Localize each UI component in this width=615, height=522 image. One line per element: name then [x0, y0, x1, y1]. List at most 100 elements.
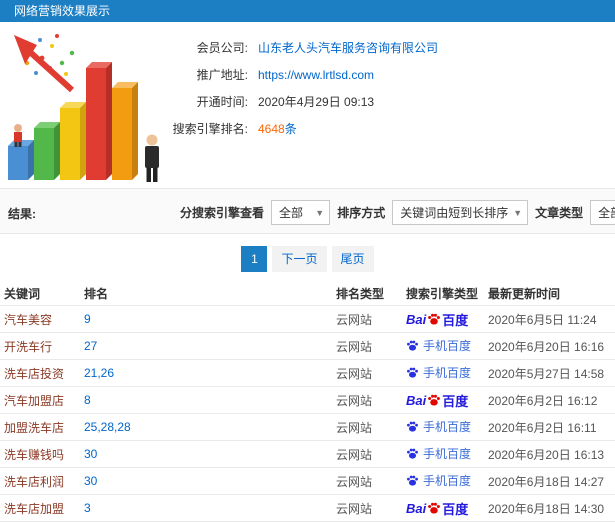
- baidu-paw-icon: [406, 447, 419, 460]
- rank-unit: 条: [284, 122, 297, 136]
- table-row: 洗车店加盟 3 云网站 Bai 百度 2020年6月18日 14:30: [0, 495, 615, 522]
- promo-url-label: 推广地址:: [196, 68, 248, 82]
- engine-cell: 手机百度: [406, 337, 488, 355]
- results-table: 关键词 排名 排名类型 搜索引擎类型 最新更新时间 汽车美容 9 云网站 Bai…: [0, 282, 615, 522]
- rank-link[interactable]: 21,26: [84, 366, 336, 380]
- sort-filter-value: 关键词由短到长排序: [400, 206, 509, 220]
- baidu-paw-icon: [427, 393, 441, 407]
- mobile-baidu-logo: 手机百度: [406, 337, 471, 354]
- page-current[interactable]: 1: [241, 246, 268, 272]
- table-row: 洗车店投资 21,26 云网站 手机百度 2020年5月27日 14:58: [0, 360, 615, 387]
- keyword-cell: 汽车美容: [4, 312, 53, 327]
- header-engine-type: 搜索引擎类型: [406, 287, 479, 301]
- table-row: 加盟洗车店 25,28,28 云网站 手机百度 2020年6月2日 16:11: [0, 414, 615, 441]
- result-label: 结果:: [8, 207, 36, 221]
- header-rank-type: 排名类型: [336, 287, 385, 301]
- baidu-paw-icon: [406, 339, 419, 352]
- keyword-cell: 洗车店投资: [4, 366, 65, 381]
- engine-rank-value: 4648条: [258, 120, 297, 137]
- baidu-paw-icon: [406, 366, 419, 379]
- open-time-row: 开通时间: 2020年4月29日 09:13: [148, 88, 438, 115]
- promo-url-row: 推广地址: https://www.lrtlsd.com: [148, 61, 438, 88]
- table-row: 洗车店利润 30 云网站 手机百度 2020年6月18日 14:27: [0, 468, 615, 495]
- window-title-bar: 网络营销效果展示: [0, 0, 615, 22]
- mobile-baidu-logo: 手机百度: [406, 472, 471, 489]
- rank-type-cell: 云网站: [336, 393, 373, 408]
- chevron-down-icon: ▼: [315, 207, 325, 218]
- table-header-row: 关键词 排名 排名类型 搜索引擎类型 最新更新时间: [0, 282, 615, 306]
- table-row: 汽车美容 9 云网站 Bai 百度 2020年6月5日 11:24: [0, 306, 615, 333]
- rank-link[interactable]: 30: [84, 474, 336, 488]
- engine-cell: 手机百度: [406, 418, 488, 436]
- updated-cell: 2020年6月2日 16:12: [488, 393, 598, 408]
- updated-cell: 2020年6月18日 14:30: [488, 501, 605, 516]
- header-updated: 最新更新时间: [488, 287, 561, 301]
- company-row: 会员公司: 山东老人头汽车服务咨询有限公司: [148, 34, 438, 61]
- baidu-paw-icon: [406, 420, 419, 433]
- engine-cell: 手机百度: [406, 472, 488, 490]
- baidu-logo: Bai 百度: [406, 500, 469, 517]
- sort-filter-select[interactable]: 关键词由短到长排序 ▼: [392, 200, 529, 225]
- article-type-select[interactable]: 全部 ▼: [590, 200, 615, 225]
- keyword-cell: 洗车赚钱吗: [4, 447, 65, 462]
- bar-yellow: [60, 102, 86, 180]
- rank-link[interactable]: 27: [84, 339, 336, 353]
- sort-filter-label: 排序方式: [337, 206, 386, 220]
- bar-green: [34, 122, 60, 180]
- keyword-cell: 加盟洗车店: [4, 420, 65, 435]
- engine-cell: Bai 百度: [406, 499, 488, 518]
- page-next[interactable]: 下一页: [272, 246, 327, 272]
- rank-count: 4648: [258, 122, 285, 136]
- engine-rank-label: 搜索引擎排名:: [172, 122, 248, 136]
- table-row: 汽车加盟店 8 云网站 Bai 百度 2020年6月2日 16:12: [0, 387, 615, 414]
- baidu-paw-icon: [427, 312, 441, 326]
- promo-url-link[interactable]: https://www.lrtlsd.com: [258, 68, 374, 82]
- rank-type-cell: 云网站: [336, 474, 373, 489]
- engine-filter-select[interactable]: 全部 ▼: [271, 200, 331, 225]
- updated-cell: 2020年6月5日 11:24: [488, 312, 597, 327]
- page-title: 网络营销效果展示: [14, 4, 111, 18]
- rank-link[interactable]: 25,28,28: [84, 420, 336, 434]
- bar-orange: [112, 82, 138, 180]
- table-row: 洗车赚钱吗 30 云网站 手机百度 2020年6月20日 16:13: [0, 441, 615, 468]
- rank-link[interactable]: 3: [84, 501, 336, 515]
- bar-red: [86, 62, 112, 180]
- engine-cell: Bai 百度: [406, 310, 488, 329]
- rank-type-cell: 云网站: [336, 339, 373, 354]
- mobile-baidu-logo: 手机百度: [406, 445, 471, 462]
- engine-filter-label: 分搜索引擎查看: [180, 206, 265, 220]
- article-type-value: 全部: [598, 206, 615, 220]
- rank-type-cell: 云网站: [336, 366, 373, 381]
- rank-link[interactable]: 30: [84, 447, 336, 461]
- updated-cell: 2020年5月27日 14:58: [488, 366, 605, 381]
- rank-link[interactable]: 9: [84, 312, 336, 326]
- engine-cell: 手机百度: [406, 445, 488, 463]
- pagination: 1 下一页 尾页: [0, 246, 615, 272]
- rank-link[interactable]: 8: [84, 393, 336, 407]
- engine-cell: 手机百度: [406, 364, 488, 382]
- baidu-paw-icon: [406, 474, 419, 487]
- keyword-cell: 开洗车行: [4, 339, 53, 354]
- engine-cell: Bai 百度: [406, 391, 488, 410]
- company-label: 会员公司:: [196, 41, 248, 55]
- open-time-value: 2020年4月29日 09:13: [258, 95, 375, 109]
- updated-cell: 2020年6月20日 16:16: [488, 339, 605, 354]
- member-info-list: 会员公司: 山东老人头汽车服务咨询有限公司 推广地址: https://www.…: [148, 34, 438, 142]
- chevron-down-icon: ▼: [513, 207, 523, 218]
- member-info-panel: 会员公司: 山东老人头汽车服务咨询有限公司 推广地址: https://www.…: [0, 22, 615, 188]
- baidu-logo: Bai 百度: [406, 311, 469, 328]
- keyword-cell: 汽车加盟店: [4, 393, 65, 408]
- rank-type-cell: 云网站: [336, 447, 373, 462]
- page-last[interactable]: 尾页: [331, 246, 374, 272]
- header-rank: 排名: [84, 287, 109, 301]
- table-row: 开洗车行 27 云网站 手机百度 2020年6月20日 16:16: [0, 333, 615, 360]
- baidu-paw-icon: [427, 501, 441, 515]
- mobile-baidu-logo: 手机百度: [406, 418, 471, 435]
- article-type-label: 文章类型: [535, 206, 584, 220]
- engine-rank-row: 搜索引擎排名: 4648条: [148, 115, 438, 142]
- keyword-cell: 洗车店利润: [4, 474, 65, 489]
- mobile-baidu-logo: 手机百度: [406, 364, 471, 381]
- keyword-cell: 洗车店加盟: [4, 501, 65, 516]
- company-link[interactable]: 山东老人头汽车服务咨询有限公司: [258, 39, 438, 56]
- updated-cell: 2020年6月18日 14:27: [488, 474, 605, 489]
